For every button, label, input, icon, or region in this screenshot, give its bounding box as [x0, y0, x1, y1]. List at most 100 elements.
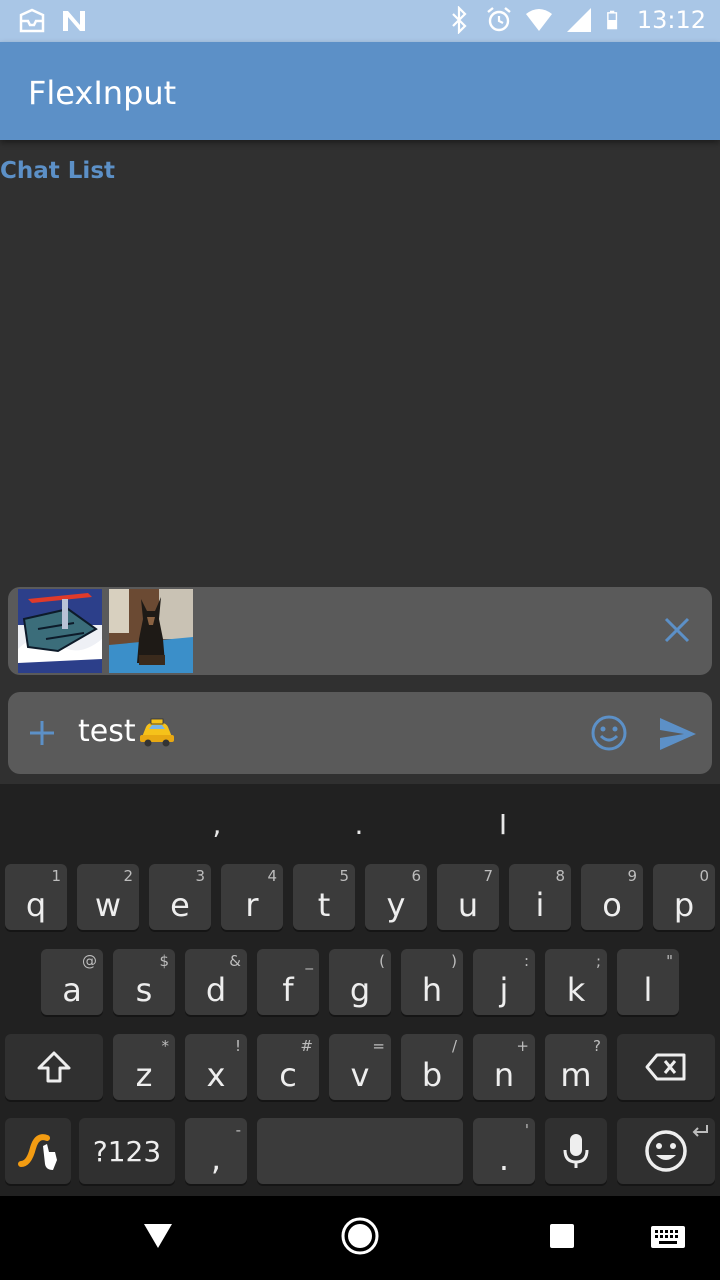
key-z[interactable]: * z: [113, 1034, 175, 1100]
key-d[interactable]: & d: [185, 949, 247, 1015]
key-g[interactable]: (g: [329, 949, 391, 1015]
attachment-thumbnail-dog[interactable]: [109, 589, 193, 673]
app-bar: FlexInput: [0, 42, 720, 140]
status-left: [18, 7, 88, 35]
backspace-icon-wrap: [617, 1034, 715, 1100]
comma-key[interactable]: -,: [185, 1118, 247, 1184]
key-hint-label: 5: [339, 867, 349, 885]
key-label: r: [245, 886, 259, 924]
dog-photo: [109, 589, 193, 673]
key-hint-label: _: [305, 952, 314, 970]
back-icon[interactable]: [142, 1222, 174, 1250]
key-x[interactable]: ! x: [185, 1034, 247, 1100]
key-hint-label: 7: [483, 867, 493, 885]
shift-icon-wrap: [5, 1034, 103, 1100]
symbols-key[interactable]: ?123: [79, 1118, 175, 1184]
key-h[interactable]: ) h: [401, 949, 463, 1015]
microphone-icon: [563, 1134, 589, 1168]
battery-icon: [606, 10, 617, 30]
smiley-icon[interactable]: [590, 714, 628, 752]
key-hint-label: 3: [195, 867, 205, 885]
emoji-keyboard-icon: [645, 1130, 687, 1172]
suggestion-strip: , . I: [0, 784, 720, 862]
shift-icon: [37, 1051, 71, 1083]
suggestion-item[interactable]: ,: [142, 808, 292, 841]
key-b[interactable]: / b: [401, 1034, 463, 1100]
key-label: a: [62, 971, 82, 1009]
key-hint-label: ;: [595, 952, 601, 970]
key-label: h: [421, 971, 443, 1009]
message-input[interactable]: test: [78, 714, 176, 749]
key-hint-label: =: [372, 1037, 385, 1055]
suggestion-item[interactable]: I: [428, 808, 578, 841]
plus-icon[interactable]: [26, 717, 58, 749]
key-j[interactable]: :j: [473, 949, 535, 1015]
swipe-gesture-icon: [18, 1134, 57, 1170]
comic-image: [18, 589, 102, 673]
key-p[interactable]: 0p: [653, 864, 715, 930]
backspace-key[interactable]: [617, 1034, 715, 1100]
inbox-icon: [19, 8, 45, 33]
key-hint-label: ": [666, 952, 673, 970]
suggestion-item[interactable]: .: [284, 808, 434, 841]
key-hint-label: -: [235, 1121, 241, 1139]
key-l[interactable]: " l: [617, 949, 679, 1015]
home-icon[interactable]: [340, 1216, 380, 1256]
message-input-bar: test: [8, 692, 712, 774]
key-label: i: [535, 886, 545, 924]
key-s[interactable]: $ s: [113, 949, 175, 1015]
key-label: b: [421, 1056, 443, 1094]
key-hint-label: *: [161, 1037, 170, 1055]
swipe-gesture-key[interactable]: [5, 1118, 71, 1184]
swipe-icon-wrap: [5, 1118, 71, 1184]
key-i[interactable]: 8i: [509, 864, 571, 930]
emoji-enter-key[interactable]: [617, 1118, 715, 1184]
key-label: q: [25, 886, 47, 924]
voice-input-key[interactable]: [545, 1118, 607, 1184]
attachment-thumbnail-comic[interactable]: [18, 589, 102, 673]
period-key[interactable]: '.: [473, 1118, 535, 1184]
navigation-bar: [0, 1196, 720, 1280]
shift-key[interactable]: [5, 1034, 103, 1100]
spacebar-key[interactable]: [257, 1118, 463, 1184]
bluetooth-icon: [452, 6, 467, 34]
key-u[interactable]: 7u: [437, 864, 499, 930]
key-f[interactable]: _ f: [257, 949, 319, 1015]
key-y[interactable]: 6y: [365, 864, 427, 930]
key-v[interactable]: = v: [329, 1034, 391, 1100]
key-m[interactable]: ? m: [545, 1034, 607, 1100]
key-t[interactable]: 5t: [293, 864, 355, 930]
key-label: p: [673, 886, 695, 924]
key-label: e: [170, 886, 190, 924]
key-hint-label: !: [234, 1037, 241, 1055]
key-r[interactable]: 4r: [221, 864, 283, 930]
key-hint-label: (: [379, 952, 385, 970]
key-q[interactable]: 1q: [5, 864, 67, 930]
key-a[interactable]: @ a: [41, 949, 103, 1015]
key-hint-label: @: [82, 952, 97, 970]
key-c[interactable]: # c: [257, 1034, 319, 1100]
message-input-text: test: [78, 714, 136, 749]
attachment-preview-strip: [8, 587, 712, 675]
key-e[interactable]: 3e: [149, 864, 211, 930]
send-icon[interactable]: [658, 716, 698, 752]
signal-icon: [566, 8, 591, 32]
status-bar: 13:12: [0, 0, 720, 42]
key-label: f: [282, 971, 294, 1009]
close-icon[interactable]: [662, 615, 692, 645]
key-hint-label: /: [451, 1037, 457, 1055]
key-o[interactable]: 9o: [581, 864, 643, 930]
key-hint-label: 6: [411, 867, 421, 885]
status-time: 13:12: [636, 6, 706, 34]
key-w[interactable]: 2w: [77, 864, 139, 930]
recents-icon[interactable]: [549, 1223, 575, 1249]
key-hint-label: ?: [593, 1037, 601, 1055]
key-hint-label: 4: [267, 867, 277, 885]
key-hint-label: $: [159, 952, 169, 970]
key-label: d: [205, 971, 227, 1009]
key-k[interactable]: ; k: [545, 949, 607, 1015]
key-n[interactable]: + n: [473, 1034, 535, 1100]
mic-icon-wrap: [545, 1118, 607, 1184]
keyboard-switch-icon[interactable]: [650, 1225, 686, 1249]
wifi-icon: [525, 9, 552, 31]
